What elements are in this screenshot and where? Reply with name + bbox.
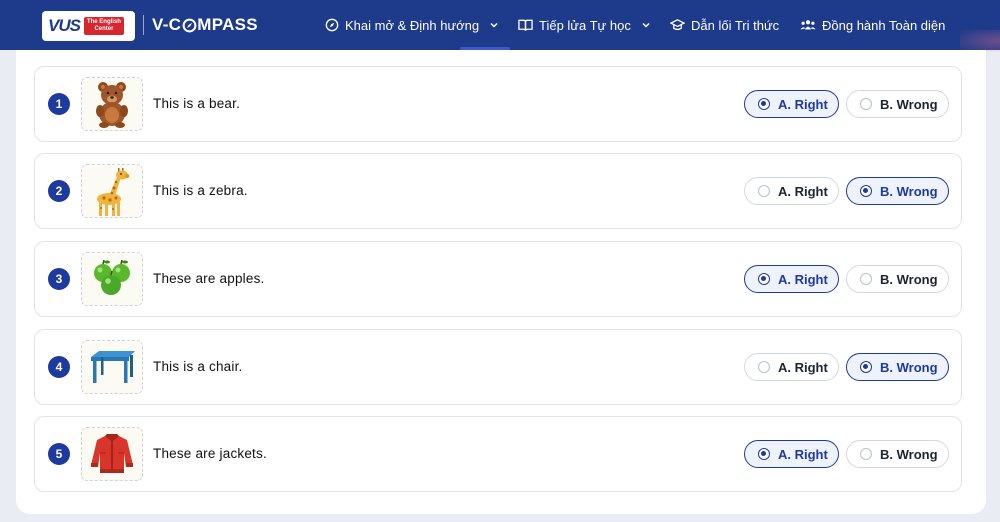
radio-empty-icon: [860, 98, 872, 110]
radio-empty-icon: [860, 448, 872, 460]
question-image: [81, 427, 143, 481]
nav-item-tiep-lua[interactable]: Tiếp lửa Tự học: [518, 0, 651, 50]
question-number: 2: [48, 180, 70, 202]
top-navigation-bar: VUS The English Center V-C MPASS Khai mở…: [0, 0, 1000, 52]
question-card-4: 4 This is a chair. A. Right B. Wrong: [34, 329, 962, 405]
logo-text: VUS: [48, 16, 81, 35]
option-b-wrong-button[interactable]: B. Wrong: [846, 353, 949, 381]
option-a-right-button[interactable]: A. Right: [744, 265, 839, 293]
question-number: 1: [48, 93, 70, 115]
graduation-cap-icon: [670, 19, 685, 31]
radio-empty-icon: [860, 273, 872, 285]
question-text: This is a chair.: [153, 359, 243, 374]
nav-item-dong-hanh[interactable]: Đồng hành Toàn diện: [800, 0, 945, 50]
question-text: This is a bear.: [153, 96, 241, 111]
nav-label: Khai mở & Định hướng: [345, 17, 480, 33]
bear-icon: [96, 82, 128, 128]
question-image: [81, 340, 143, 394]
radio-empty-icon: [758, 185, 770, 197]
nav-label: Tiếp lửa Tự học: [539, 17, 631, 33]
question-number: 4: [48, 356, 70, 378]
vus-logo[interactable]: VUS The English Center: [42, 11, 135, 41]
option-a-right-button[interactable]: A. Right: [744, 353, 839, 381]
question-image: [81, 164, 143, 218]
radio-empty-icon: [758, 361, 770, 373]
radio-selected-icon: [758, 98, 770, 110]
option-a-right-button[interactable]: A. Right: [744, 90, 839, 118]
nav-label: Dẫn lối Tri thức: [691, 17, 780, 33]
nav-label: Đồng hành Toàn diện: [822, 17, 946, 33]
nav-item-khai-mo[interactable]: Khai mở & Định hướng: [325, 0, 499, 50]
question-card-1: 1 This is a bear. A. Right B. Wrong: [34, 66, 962, 142]
chevron-down-icon: [490, 22, 498, 28]
question-number: 5: [48, 443, 70, 465]
v-compass-brand[interactable]: V-C MPASS: [152, 15, 258, 35]
option-b-wrong-button[interactable]: B. Wrong: [846, 440, 949, 468]
option-b-wrong-button[interactable]: B. Wrong: [846, 90, 949, 118]
question-text: These are jackets.: [153, 446, 267, 461]
option-a-right-button[interactable]: A. Right: [744, 440, 839, 468]
apples-icon: [94, 259, 130, 295]
option-b-wrong-button[interactable]: B. Wrong: [846, 265, 949, 293]
book-icon: [518, 19, 533, 31]
logo-tagline: The English Center: [83, 17, 124, 35]
giraffe-icon: [97, 168, 130, 216]
question-card-3: 3 These are apples. A. Right B. Wrong: [34, 241, 962, 317]
chevron-down-icon: [642, 22, 650, 28]
radio-selected-icon: [758, 448, 770, 460]
question-card-5: 5 These are jackets. A. Right B. Wrong: [34, 416, 962, 492]
radio-selected-icon: [860, 361, 872, 373]
question-image: [81, 77, 143, 131]
people-icon: [800, 20, 816, 30]
question-text: This is a zebra.: [153, 183, 248, 198]
radio-selected-icon: [758, 273, 770, 285]
option-a-right-button[interactable]: A. Right: [744, 177, 839, 205]
table-icon: [91, 351, 135, 383]
question-image: [81, 252, 143, 306]
nav-item-dan-loi[interactable]: Dẫn lối Tri thức: [670, 0, 779, 50]
decorative-glow: [960, 30, 1000, 52]
radio-selected-icon: [860, 185, 872, 197]
jacket-icon: [91, 434, 133, 473]
brand-divider: [143, 15, 144, 35]
compass-icon: [325, 18, 339, 32]
question-card-2: 2 This is a zebra. A. Right B. Wrong: [34, 153, 962, 229]
question-number: 3: [48, 268, 70, 290]
compass-o-icon: [182, 18, 197, 32]
question-text: These are apples.: [153, 271, 265, 286]
option-b-wrong-button[interactable]: B. Wrong: [846, 177, 949, 205]
